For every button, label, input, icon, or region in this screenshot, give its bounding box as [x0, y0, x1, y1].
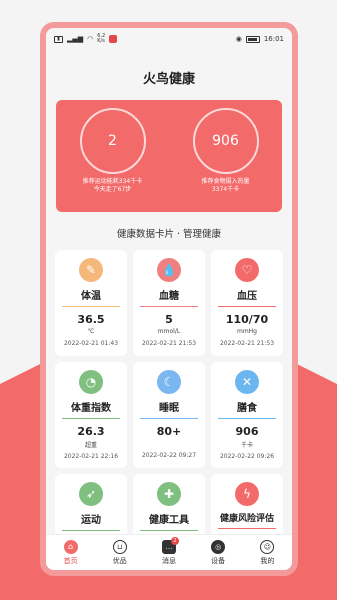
card-divider — [140, 530, 198, 531]
card-title: 膳食 — [237, 403, 257, 414]
tab-label: 首页 — [63, 556, 78, 565]
card-value: 26.3 — [77, 425, 105, 438]
card-unit: 千卡 — [240, 442, 253, 449]
bottom-tab-bar: ⌂ 首页 ⊔ 优品 … 2 消息 ◎ 设备 ☺ 我的 — [46, 534, 292, 570]
app-notification-icon — [109, 35, 118, 43]
card-title: 体温 — [81, 291, 101, 302]
sim-icon: ▮ — [54, 35, 63, 43]
basket-icon: ⊔ — [112, 539, 127, 554]
tab-label: 优品 — [112, 556, 127, 565]
card-divider — [62, 306, 120, 307]
card-divider — [62, 418, 120, 419]
card-date: 2022-02-21 01:43 — [63, 340, 119, 347]
card-divider — [218, 306, 276, 307]
card-date: 2022-02-22 09:27 — [141, 452, 197, 459]
card-title: 体重指数 — [71, 403, 111, 414]
running-icon: ➶ — [79, 482, 103, 506]
card-diet[interactable]: ✕ 膳食 906 千卡 2022-02-22 09:26 — [211, 362, 283, 468]
diet-summary[interactable]: 906 推荐食物摄入热量 3374千卡 — [171, 108, 281, 194]
heart-icon: ♡ — [235, 258, 259, 282]
exercise-summary[interactable]: 2 推荐运动能耗334千卡 今天走了67步 — [58, 108, 168, 194]
wifi-icon: ◠ — [87, 35, 94, 43]
battery-icon — [245, 35, 260, 43]
blood-drop-icon: 💧 — [157, 258, 181, 282]
page-title: 火鸟健康 — [142, 72, 195, 87]
exercise-ring: 2 — [79, 108, 146, 174]
user-icon: ☺ — [260, 539, 275, 554]
eye-icon: ◉ — [235, 35, 242, 43]
gauge-icon: ◔ — [79, 370, 103, 394]
card-unit: 超重 — [84, 442, 97, 449]
card-divider — [218, 528, 276, 529]
card-value: 80+ — [156, 425, 182, 438]
card-blood-sugar[interactable]: 💧 血糖 5 mmol/L 2022-02-21 21:53 — [133, 250, 205, 356]
card-value: 110/70 — [225, 313, 269, 326]
card-title: 健康工具 — [149, 515, 189, 526]
exercise-value: 2 — [108, 133, 117, 149]
signal-icon: ▂▄▆ — [67, 35, 84, 43]
phone-frame: ▮ ▂▄▆ ◠ 6.2 K/s ◉ 16:01 火鸟健康 2 推荐运动能耗334… — [40, 22, 298, 576]
card-title: 健康风险评估 — [219, 514, 274, 524]
device-icon: ◎ — [211, 539, 226, 554]
tab-label: 设备 — [211, 556, 226, 565]
card-value: 906 — [235, 425, 259, 438]
tab-label: 消息 — [161, 556, 176, 565]
tab-profile[interactable]: ☺ 我的 — [247, 539, 287, 566]
card-unit: ℃ — [87, 328, 95, 335]
card-bmi[interactable]: ◔ 体重指数 26.3 超重 2022-02-21 22:16 — [55, 362, 127, 468]
section-title: 健康数据卡片 · 管理健康 — [116, 229, 222, 240]
thermometer-icon: ✎ — [79, 258, 103, 282]
card-title: 血糖 — [159, 291, 179, 302]
card-divider — [140, 418, 198, 419]
hero-panel: 2 推荐运动能耗334千卡 今天走了67步 906 推荐食物摄入热量 3374千… — [56, 100, 282, 212]
tab-label: 我的 — [260, 556, 275, 565]
network-speed: 6.2 K/s — [97, 33, 106, 44]
diet-value: 906 — [212, 133, 239, 149]
card-unit: mmol/L — [157, 328, 181, 335]
card-unit: mmHg — [236, 328, 257, 335]
clock: 16:01 — [263, 35, 284, 43]
card-divider — [62, 530, 120, 531]
card-temperature[interactable]: ✎ 体温 36.5 ℃ 2022-02-21 01:43 — [55, 250, 127, 356]
lightning-icon: ϟ — [235, 482, 259, 506]
message-badge: 2 — [170, 536, 179, 545]
card-title: 睡眠 — [159, 403, 179, 414]
card-value: 5 — [165, 313, 173, 326]
card-divider — [140, 306, 198, 307]
card-blood-pressure[interactable]: ♡ 血压 110/70 mmHg 2022-02-21 21:53 — [211, 250, 283, 356]
status-bar: ▮ ▂▄▆ ◠ 6.2 K/s ◉ 16:01 — [46, 28, 292, 50]
card-title: 血压 — [237, 291, 257, 302]
card-divider — [218, 418, 276, 419]
card-date: 2022-02-21 21:53 — [141, 340, 197, 347]
tab-home[interactable]: ⌂ 首页 — [51, 539, 91, 566]
card-date: 2022-02-22 09:26 — [219, 453, 275, 460]
fork-knife-icon: ✕ — [235, 370, 259, 394]
diet-caption: 推荐食物摄入热量 — [201, 178, 250, 185]
steps-caption: 今天走了67步 — [93, 186, 132, 193]
diet-calories-caption: 3374千卡 — [211, 186, 240, 193]
card-value: 36.5 — [77, 313, 105, 326]
diet-ring: 906 — [192, 108, 259, 174]
tab-messages[interactable]: … 2 消息 — [149, 536, 189, 566]
card-title: 运动 — [81, 515, 101, 526]
home-icon: ⌂ — [63, 539, 78, 554]
card-date: 2022-02-21 22:16 — [63, 453, 119, 460]
card-date: 2022-02-21 21:53 — [219, 340, 275, 347]
exercise-caption: 推荐运动能耗334千卡 — [82, 178, 143, 185]
medical-kit-icon: ✚ — [157, 482, 181, 506]
card-sleep[interactable]: ☾ 睡眠 80+ 2022-02-22 09:27 — [133, 362, 205, 468]
moon-icon: ☾ — [157, 370, 181, 394]
health-card-grid: ✎ 体温 36.5 ℃ 2022-02-21 01:43 💧 血糖 5 mmol… — [46, 250, 292, 544]
tab-products[interactable]: ⊔ 优品 — [100, 539, 140, 566]
tab-devices[interactable]: ◎ 设备 — [198, 539, 238, 566]
